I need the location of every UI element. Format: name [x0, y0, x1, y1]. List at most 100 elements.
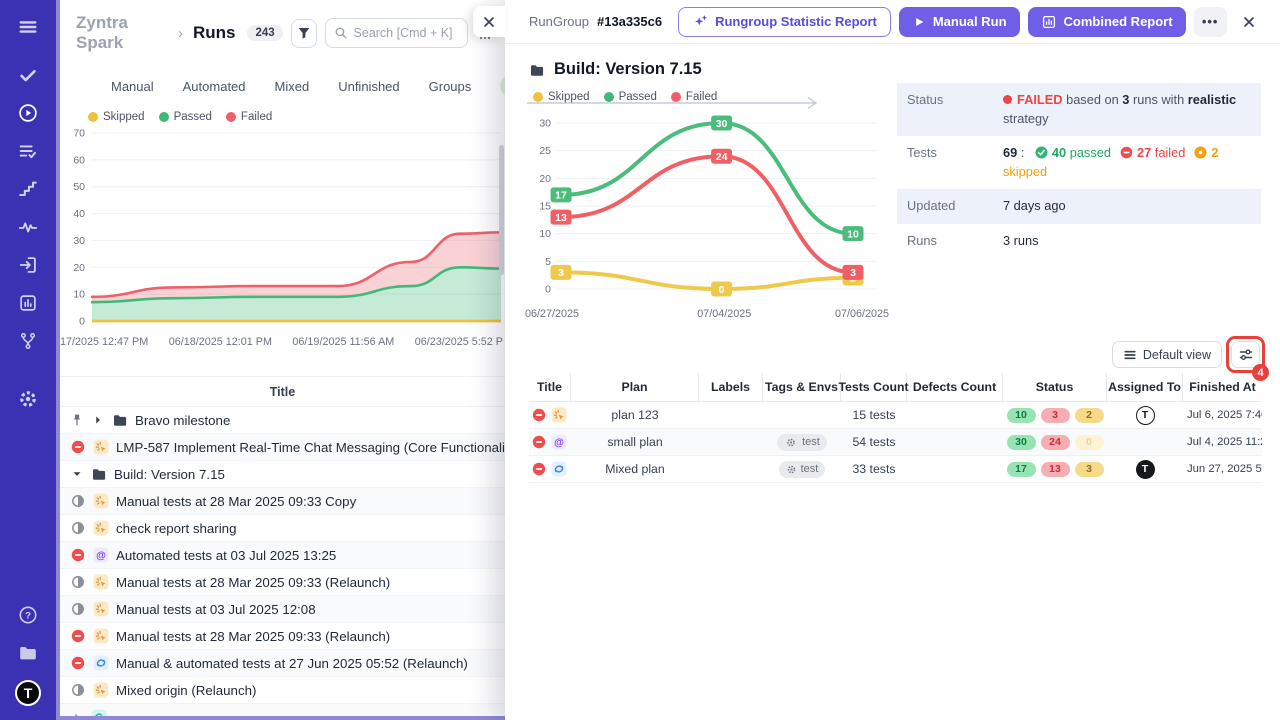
- steps-icon[interactable]: [17, 178, 39, 200]
- labels-cell: [699, 456, 763, 482]
- list-item[interactable]: Manual tests at 28 Mar 2025 09:33 Copy: [60, 488, 505, 515]
- button-label: Combined Report: [1064, 14, 1173, 29]
- close-icon: [1241, 14, 1257, 30]
- status-cell: 17133: [1003, 456, 1107, 482]
- tag-pill[interactable]: test: [779, 461, 826, 478]
- svg-text:30: 30: [539, 118, 551, 130]
- run-title: Manual tests at 28 Mar 2025 09:33 (Relau…: [116, 575, 390, 590]
- plan-cell[interactable]: plan 123: [571, 402, 699, 428]
- skipped-pill: 3: [1075, 462, 1104, 477]
- test-list-icon[interactable]: [17, 140, 39, 162]
- run-title: Manual & automated tests at 27 Jun 2025 …: [116, 656, 468, 671]
- filter-button[interactable]: [291, 19, 317, 48]
- list-item[interactable]: Build: Version 7.15: [60, 461, 505, 488]
- detail-label: Status: [907, 91, 1003, 128]
- search-input[interactable]: [354, 26, 459, 40]
- svg-text:25: 25: [539, 145, 551, 157]
- play-circle-icon[interactable]: [17, 102, 39, 124]
- x-label: 06/19/2025 11:56 AM: [292, 336, 394, 348]
- tab-groups[interactable]: Groups: [429, 79, 472, 94]
- mixed-origin-icon: [91, 709, 107, 716]
- manual-origin-icon: [551, 407, 567, 423]
- plan-cell[interactable]: Mixed plan: [571, 456, 699, 482]
- search-box[interactable]: [325, 18, 468, 48]
- list-item[interactable]: Manual tests at 28 Mar 2025 09:33 (Relau…: [60, 623, 505, 650]
- help-icon[interactable]: [17, 604, 39, 626]
- table-row[interactable]: small plan test 54 tests 30240 Jul 4, 20…: [529, 429, 1262, 456]
- list-item[interactable]: check report sharing: [60, 515, 505, 542]
- run-title: Mixed origin (Relaunch): [116, 683, 256, 698]
- list-item[interactable]: Manual tests at 03 Jul 2025 12:08: [60, 596, 505, 623]
- column-status[interactable]: Status: [1003, 373, 1107, 402]
- reports-icon[interactable]: [17, 292, 39, 314]
- column-defects-count[interactable]: Defects Count: [907, 373, 1003, 402]
- drawer-edge-close-button[interactable]: [473, 6, 505, 37]
- list-item[interactable]: Manual tests at 28 Mar 2025 09:33 (Relau…: [60, 569, 505, 596]
- assignee-avatar[interactable]: T: [1136, 406, 1155, 425]
- failed-pill: 3: [1041, 408, 1070, 423]
- manual-run-button[interactable]: Manual Run: [899, 7, 1020, 37]
- detail-row-tests: Tests 69 : 40 passed27 failed2 skipped: [897, 136, 1261, 189]
- table-row[interactable]: Mixed plan test 33 tests 17133 T Jun 27,…: [529, 456, 1262, 483]
- gear-icon: [784, 437, 798, 448]
- labels-cell: [699, 402, 763, 428]
- list-view-icon: [1123, 348, 1137, 362]
- more-actions-button[interactable]: •••: [1194, 7, 1227, 37]
- automated-origin-icon: [93, 547, 109, 563]
- chevron-down-icon[interactable]: [70, 467, 84, 481]
- tag-pill[interactable]: test: [777, 434, 827, 451]
- projects-folder-icon[interactable]: [17, 642, 39, 664]
- breadcrumb-app[interactable]: Zyntra Spark: [76, 13, 168, 53]
- column-tests-count[interactable]: Tests Count: [841, 373, 907, 402]
- pin-icon[interactable]: [70, 413, 84, 427]
- column-labels[interactable]: Labels: [699, 373, 763, 402]
- tab-unfinished[interactable]: Unfinished: [338, 79, 399, 94]
- checkmark-icon[interactable]: [17, 64, 39, 86]
- tab-manual[interactable]: Manual: [111, 79, 154, 94]
- svg-text:20: 20: [539, 173, 551, 185]
- list-item[interactable]: LMP-587 Implement Real-Time Chat Messagi…: [60, 434, 505, 461]
- pulse-icon[interactable]: [17, 216, 39, 238]
- assignee-avatar[interactable]: T: [1136, 460, 1155, 479]
- tests-count-cell: 54 tests: [841, 429, 907, 455]
- plan-cell[interactable]: small plan: [571, 429, 699, 455]
- combined-report-button[interactable]: Combined Report: [1028, 7, 1186, 37]
- column-finished-at[interactable]: Finished At: [1183, 373, 1262, 402]
- in-progress-status-icon: [70, 520, 86, 536]
- rungroup-statistic-report-button[interactable]: Rungroup Statistic Report: [678, 7, 891, 37]
- column-plan[interactable]: Plan: [571, 373, 699, 402]
- column-assigned-to[interactable]: Assigned To: [1107, 373, 1183, 402]
- list-item[interactable]: Mixed origin (Relaunch): [60, 677, 505, 704]
- x-label: 06/27/2025: [525, 308, 579, 320]
- table-row[interactable]: plan 123 15 tests 1032 T Jul 6, 2025 7:4…: [529, 402, 1262, 429]
- chevron-right-icon[interactable]: [91, 413, 105, 427]
- run-title: Manual tests at 28 Mar 2025 09:33 Copy: [116, 494, 356, 509]
- check-circle-icon: [1034, 145, 1049, 160]
- menu-icon[interactable]: [17, 16, 39, 38]
- list-item[interactable]: Manual & automated tests at 27 Jun 2025 …: [60, 650, 505, 677]
- passed-dot-icon: [604, 92, 614, 102]
- svg-text:20: 20: [73, 262, 85, 274]
- rungroup-chart: Skipped Passed Failed 051015202530302132…: [523, 87, 889, 322]
- tab-mixed[interactable]: Mixed: [275, 79, 310, 94]
- list-item[interactable]: Automated tests at 03 Jul 2025 13:25: [60, 542, 505, 569]
- in-progress-status-icon: [70, 601, 86, 617]
- skipped-dot-icon: [88, 112, 98, 122]
- column-title[interactable]: Title: [529, 373, 571, 402]
- default-view-button[interactable]: Default view: [1112, 341, 1222, 368]
- column-tags-envs[interactable]: Tags & Envs: [763, 373, 841, 402]
- settings-gear-icon[interactable]: [17, 388, 39, 410]
- close-icon: [481, 14, 497, 30]
- legend-failed: Failed: [686, 91, 717, 103]
- user-avatar[interactable]: T: [15, 680, 41, 706]
- signin-icon[interactable]: [17, 254, 39, 276]
- list-item[interactable]: Bravo milestone: [60, 407, 505, 434]
- tab-automated[interactable]: Automated: [183, 79, 246, 94]
- rungroup-title-text: Build: Version 7.15: [554, 60, 702, 79]
- scrollbar[interactable]: [499, 145, 504, 275]
- assigned-cell: T: [1107, 402, 1183, 428]
- branch-icon[interactable]: [17, 330, 39, 352]
- sparkles-icon: [692, 14, 708, 30]
- list-item-partial[interactable]: [60, 704, 505, 716]
- drawer-close-button[interactable]: [1235, 7, 1264, 37]
